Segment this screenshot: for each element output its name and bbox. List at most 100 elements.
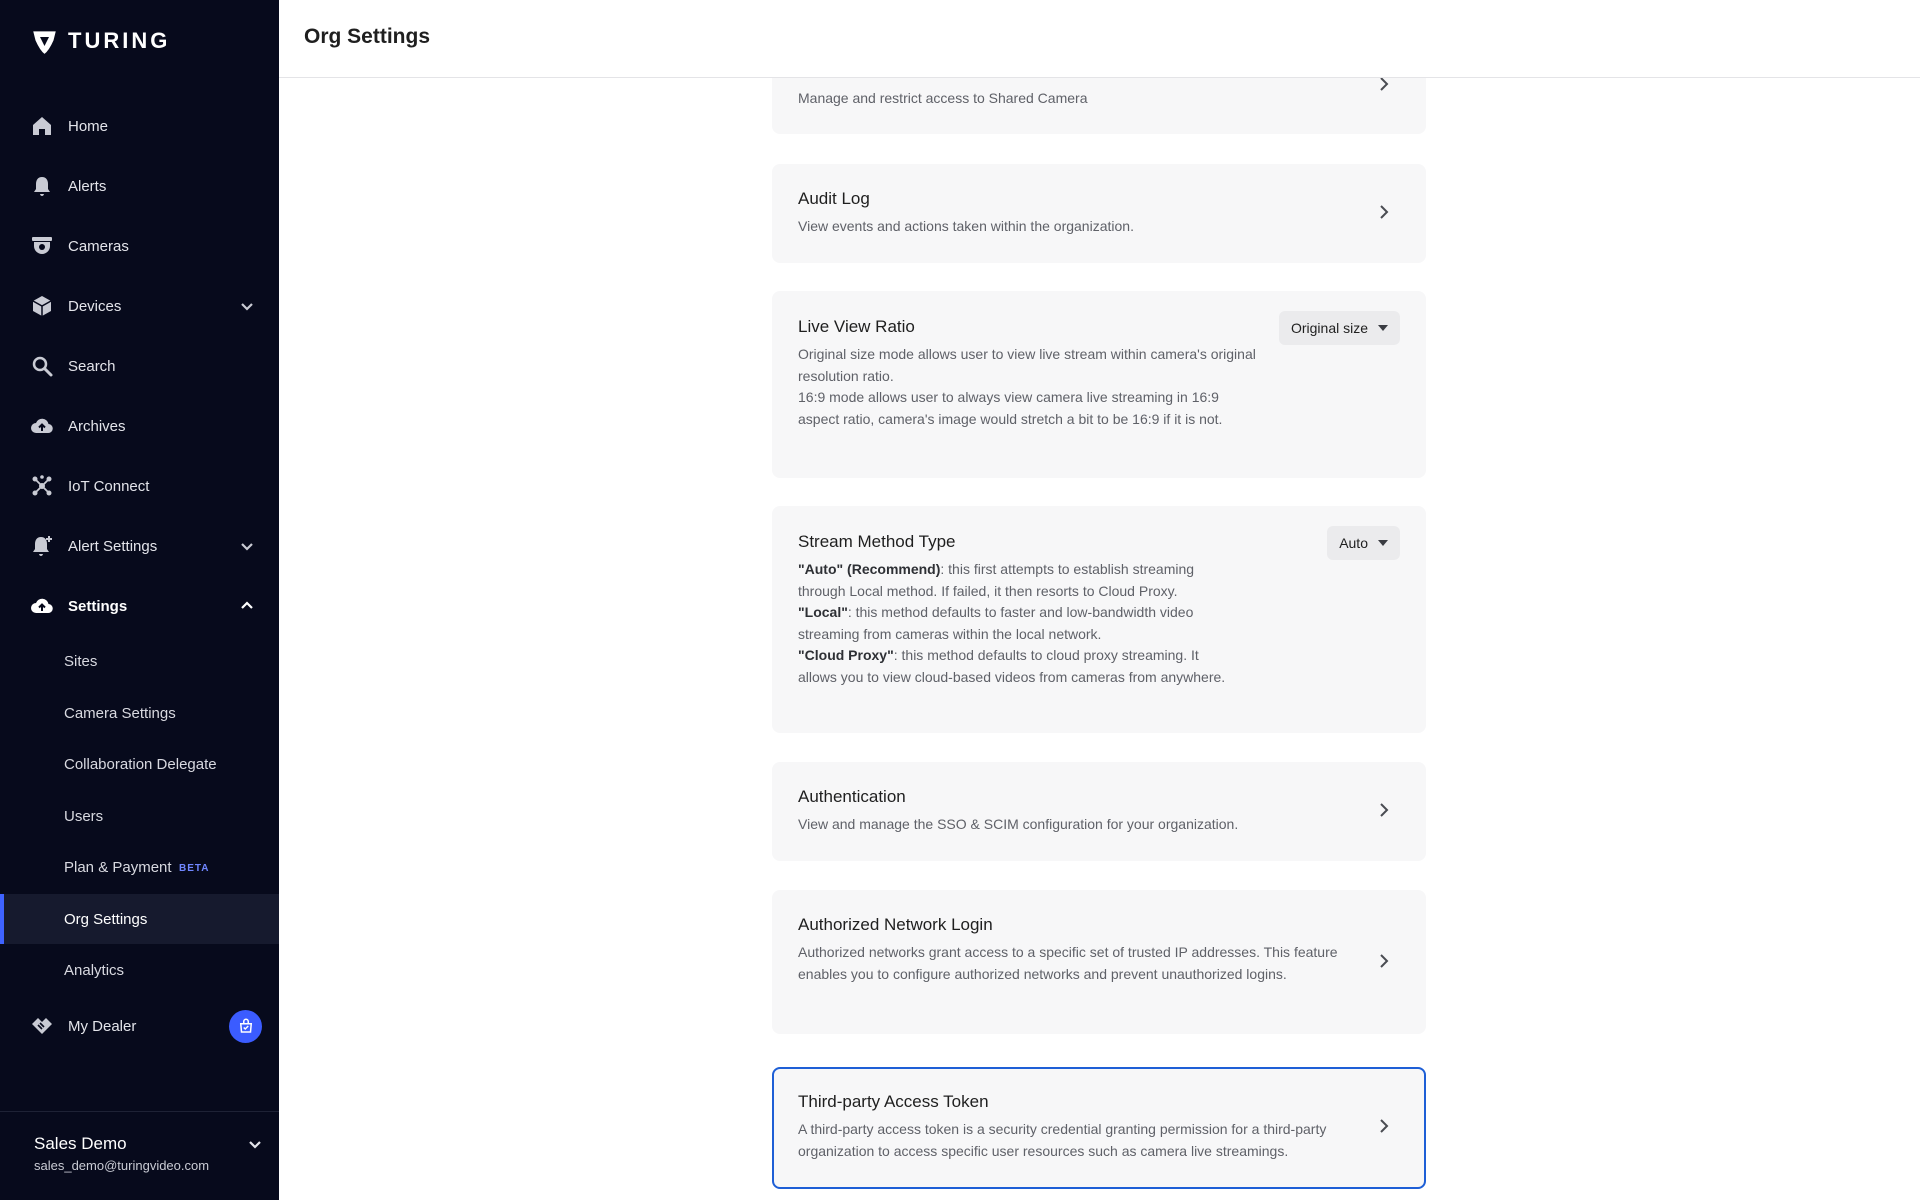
- card-description: Manage and restrict access to Shared Cam…: [798, 90, 1088, 106]
- card-title: Authentication: [798, 787, 906, 806]
- camera-icon: [30, 234, 54, 258]
- caret-down-icon: [1378, 325, 1388, 331]
- option-text: : this method defaults to faster and low…: [798, 604, 1194, 642]
- option-key: "Local": [798, 604, 848, 620]
- page-header: Org Settings: [279, 0, 1920, 78]
- caret-down-icon: [1378, 540, 1388, 546]
- hub-icon: [30, 474, 54, 498]
- settings-card-stream-method: Stream Method Type "Auto" (Recommend): t…: [772, 506, 1426, 733]
- settings-card-third-party-access-token[interactable]: Third-party Access Token A third-party a…: [772, 1067, 1426, 1189]
- chevron-right-icon: [1374, 78, 1394, 94]
- dealer-shop-icon[interactable]: [229, 1009, 262, 1043]
- chevron-right-icon: [1374, 202, 1394, 222]
- live-view-ratio-select[interactable]: Original size: [1278, 311, 1400, 345]
- sidebar-item-search[interactable]: Search: [0, 340, 279, 392]
- sidebar-item-iot-connect[interactable]: IoT Connect: [0, 460, 279, 512]
- card-description: View and manage the SSO & SCIM configura…: [798, 816, 1239, 832]
- turing-logo-icon: [33, 30, 56, 54]
- sidebar: TURING Home Alerts Cameras Devices Searc…: [0, 0, 279, 1200]
- card-title: Stream Method Type: [798, 532, 956, 551]
- home-icon: [30, 114, 54, 138]
- settings-card-audit-log[interactable]: Audit Log View events and actions taken …: [772, 164, 1426, 263]
- sidebar-item-my-dealer[interactable]: My Dealer: [0, 1000, 279, 1052]
- account-switcher[interactable]: Sales Demo sales_demo@turingvideo.com: [0, 1111, 279, 1200]
- stream-option-cloud-proxy: "Cloud Proxy": this method defaults to c…: [798, 645, 1228, 688]
- sidebar-item-devices[interactable]: Devices: [0, 280, 279, 332]
- sidebar-item-label: Search: [68, 357, 116, 375]
- bell-plus-icon: [30, 534, 54, 558]
- sidebar-item-label: Archives: [68, 417, 126, 435]
- stream-option-auto: "Auto" (Recommend): this first attempts …: [798, 559, 1228, 602]
- card-description-line: Original size mode allows user to view l…: [798, 346, 1256, 384]
- sidebar-subitem-collaboration-delegate[interactable]: Collaboration Delegate: [0, 739, 279, 789]
- select-value: Auto: [1339, 535, 1368, 551]
- handshake-icon: [30, 1014, 54, 1038]
- settings-card-live-view-ratio: Live View Ratio Original size mode allow…: [772, 291, 1426, 478]
- sidebar-item-alert-settings[interactable]: Alert Settings: [0, 520, 279, 572]
- sidebar-item-label: Devices: [68, 297, 122, 315]
- option-key: "Auto" (Recommend): [798, 561, 941, 577]
- card-title: Third-party Access Token: [798, 1092, 989, 1111]
- sidebar-item-label: Settings: [68, 597, 128, 615]
- search-icon: [30, 354, 54, 378]
- sidebar-subitem-plan-payment[interactable]: Plan & Payment BETA: [0, 842, 279, 892]
- chevron-down-icon: [237, 536, 257, 556]
- sidebar-item-label: Cameras: [68, 237, 129, 255]
- sidebar-item-label: Alerts: [68, 177, 107, 195]
- card-description: View events and actions taken within the…: [798, 218, 1134, 234]
- cloud-gear-icon: [30, 594, 54, 618]
- settings-card-shared-camera[interactable]: Manage and restrict access to Shared Cam…: [772, 78, 1426, 134]
- sidebar-item-settings[interactable]: Settings: [0, 580, 279, 632]
- sidebar-item-alerts[interactable]: Alerts: [0, 160, 279, 212]
- account-name: Sales Demo: [34, 1134, 127, 1153]
- card-description: "Auto" (Recommend): this first attempts …: [798, 559, 1228, 688]
- settings-card-authorized-network-login[interactable]: Authorized Network Login Authorized netw…: [772, 890, 1426, 1034]
- card-description-line: 16:9 mode allows user to always view cam…: [798, 389, 1223, 427]
- sidebar-subitem-org-settings[interactable]: Org Settings: [0, 894, 279, 944]
- sidebar-item-cameras[interactable]: Cameras: [0, 220, 279, 272]
- chevron-right-icon: [1374, 951, 1394, 971]
- chevron-right-icon: [1374, 800, 1394, 820]
- sidebar-item-label: Alert Settings: [68, 537, 158, 555]
- sidebar-subitem-label: Collaboration Delegate: [64, 755, 217, 773]
- chevron-right-icon: [1374, 1116, 1394, 1136]
- chevron-up-icon: [237, 596, 257, 616]
- brand-name: TURING: [68, 28, 171, 53]
- sidebar-item-home[interactable]: Home: [0, 100, 279, 152]
- sidebar-item-label: My Dealer: [68, 1017, 137, 1035]
- sidebar-subitem-label: Camera Settings: [64, 704, 176, 722]
- sidebar-subitem-label: Org Settings: [64, 910, 148, 928]
- bell-icon: [30, 174, 54, 198]
- card-title: Live View Ratio: [798, 317, 915, 336]
- stream-method-select[interactable]: Auto: [1327, 526, 1400, 560]
- sidebar-subitem-camera-settings[interactable]: Camera Settings: [0, 688, 279, 738]
- box-icon: [30, 294, 54, 318]
- sidebar-subitem-users[interactable]: Users: [0, 791, 279, 841]
- sidebar-item-archives[interactable]: Archives: [0, 400, 279, 452]
- sidebar-subitem-label: Analytics: [64, 961, 125, 979]
- card-description: Authorized networks grant access to a sp…: [798, 944, 1338, 982]
- settings-card-authentication[interactable]: Authentication View and manage the SSO &…: [772, 762, 1426, 861]
- sidebar-item-label: IoT Connect: [68, 477, 150, 495]
- option-key: "Cloud Proxy": [798, 647, 894, 663]
- brand-logo[interactable]: TURING: [31, 26, 170, 56]
- cloud-upload-icon: [30, 414, 54, 438]
- sidebar-subitem-label: Plan & Payment: [64, 858, 172, 876]
- card-description: Original size mode allows user to view l…: [798, 344, 1258, 430]
- select-value: Original size: [1290, 320, 1368, 336]
- account-email: sales_demo@turingvideo.com: [34, 1158, 210, 1173]
- page-title: Org Settings: [304, 25, 431, 48]
- sidebar-item-label: Home: [68, 117, 109, 135]
- sidebar-subitem-sites[interactable]: Sites: [0, 636, 279, 686]
- sidebar-subitem-analytics[interactable]: Analytics: [0, 945, 279, 995]
- chevron-down-icon: [245, 1134, 265, 1154]
- card-title: Audit Log: [798, 189, 870, 208]
- org-settings-content: Manage and restrict access to Shared Cam…: [279, 78, 1920, 1200]
- card-description: A third-party access token is a security…: [798, 1121, 1327, 1159]
- beta-badge: BETA: [179, 862, 210, 874]
- stream-option-local: "Local": this method defaults to faster …: [798, 602, 1228, 645]
- sidebar-subitem-label: Users: [64, 807, 104, 825]
- sidebar-subitem-label: Sites: [64, 652, 98, 670]
- chevron-down-icon: [237, 296, 257, 316]
- card-title: Authorized Network Login: [798, 915, 993, 934]
